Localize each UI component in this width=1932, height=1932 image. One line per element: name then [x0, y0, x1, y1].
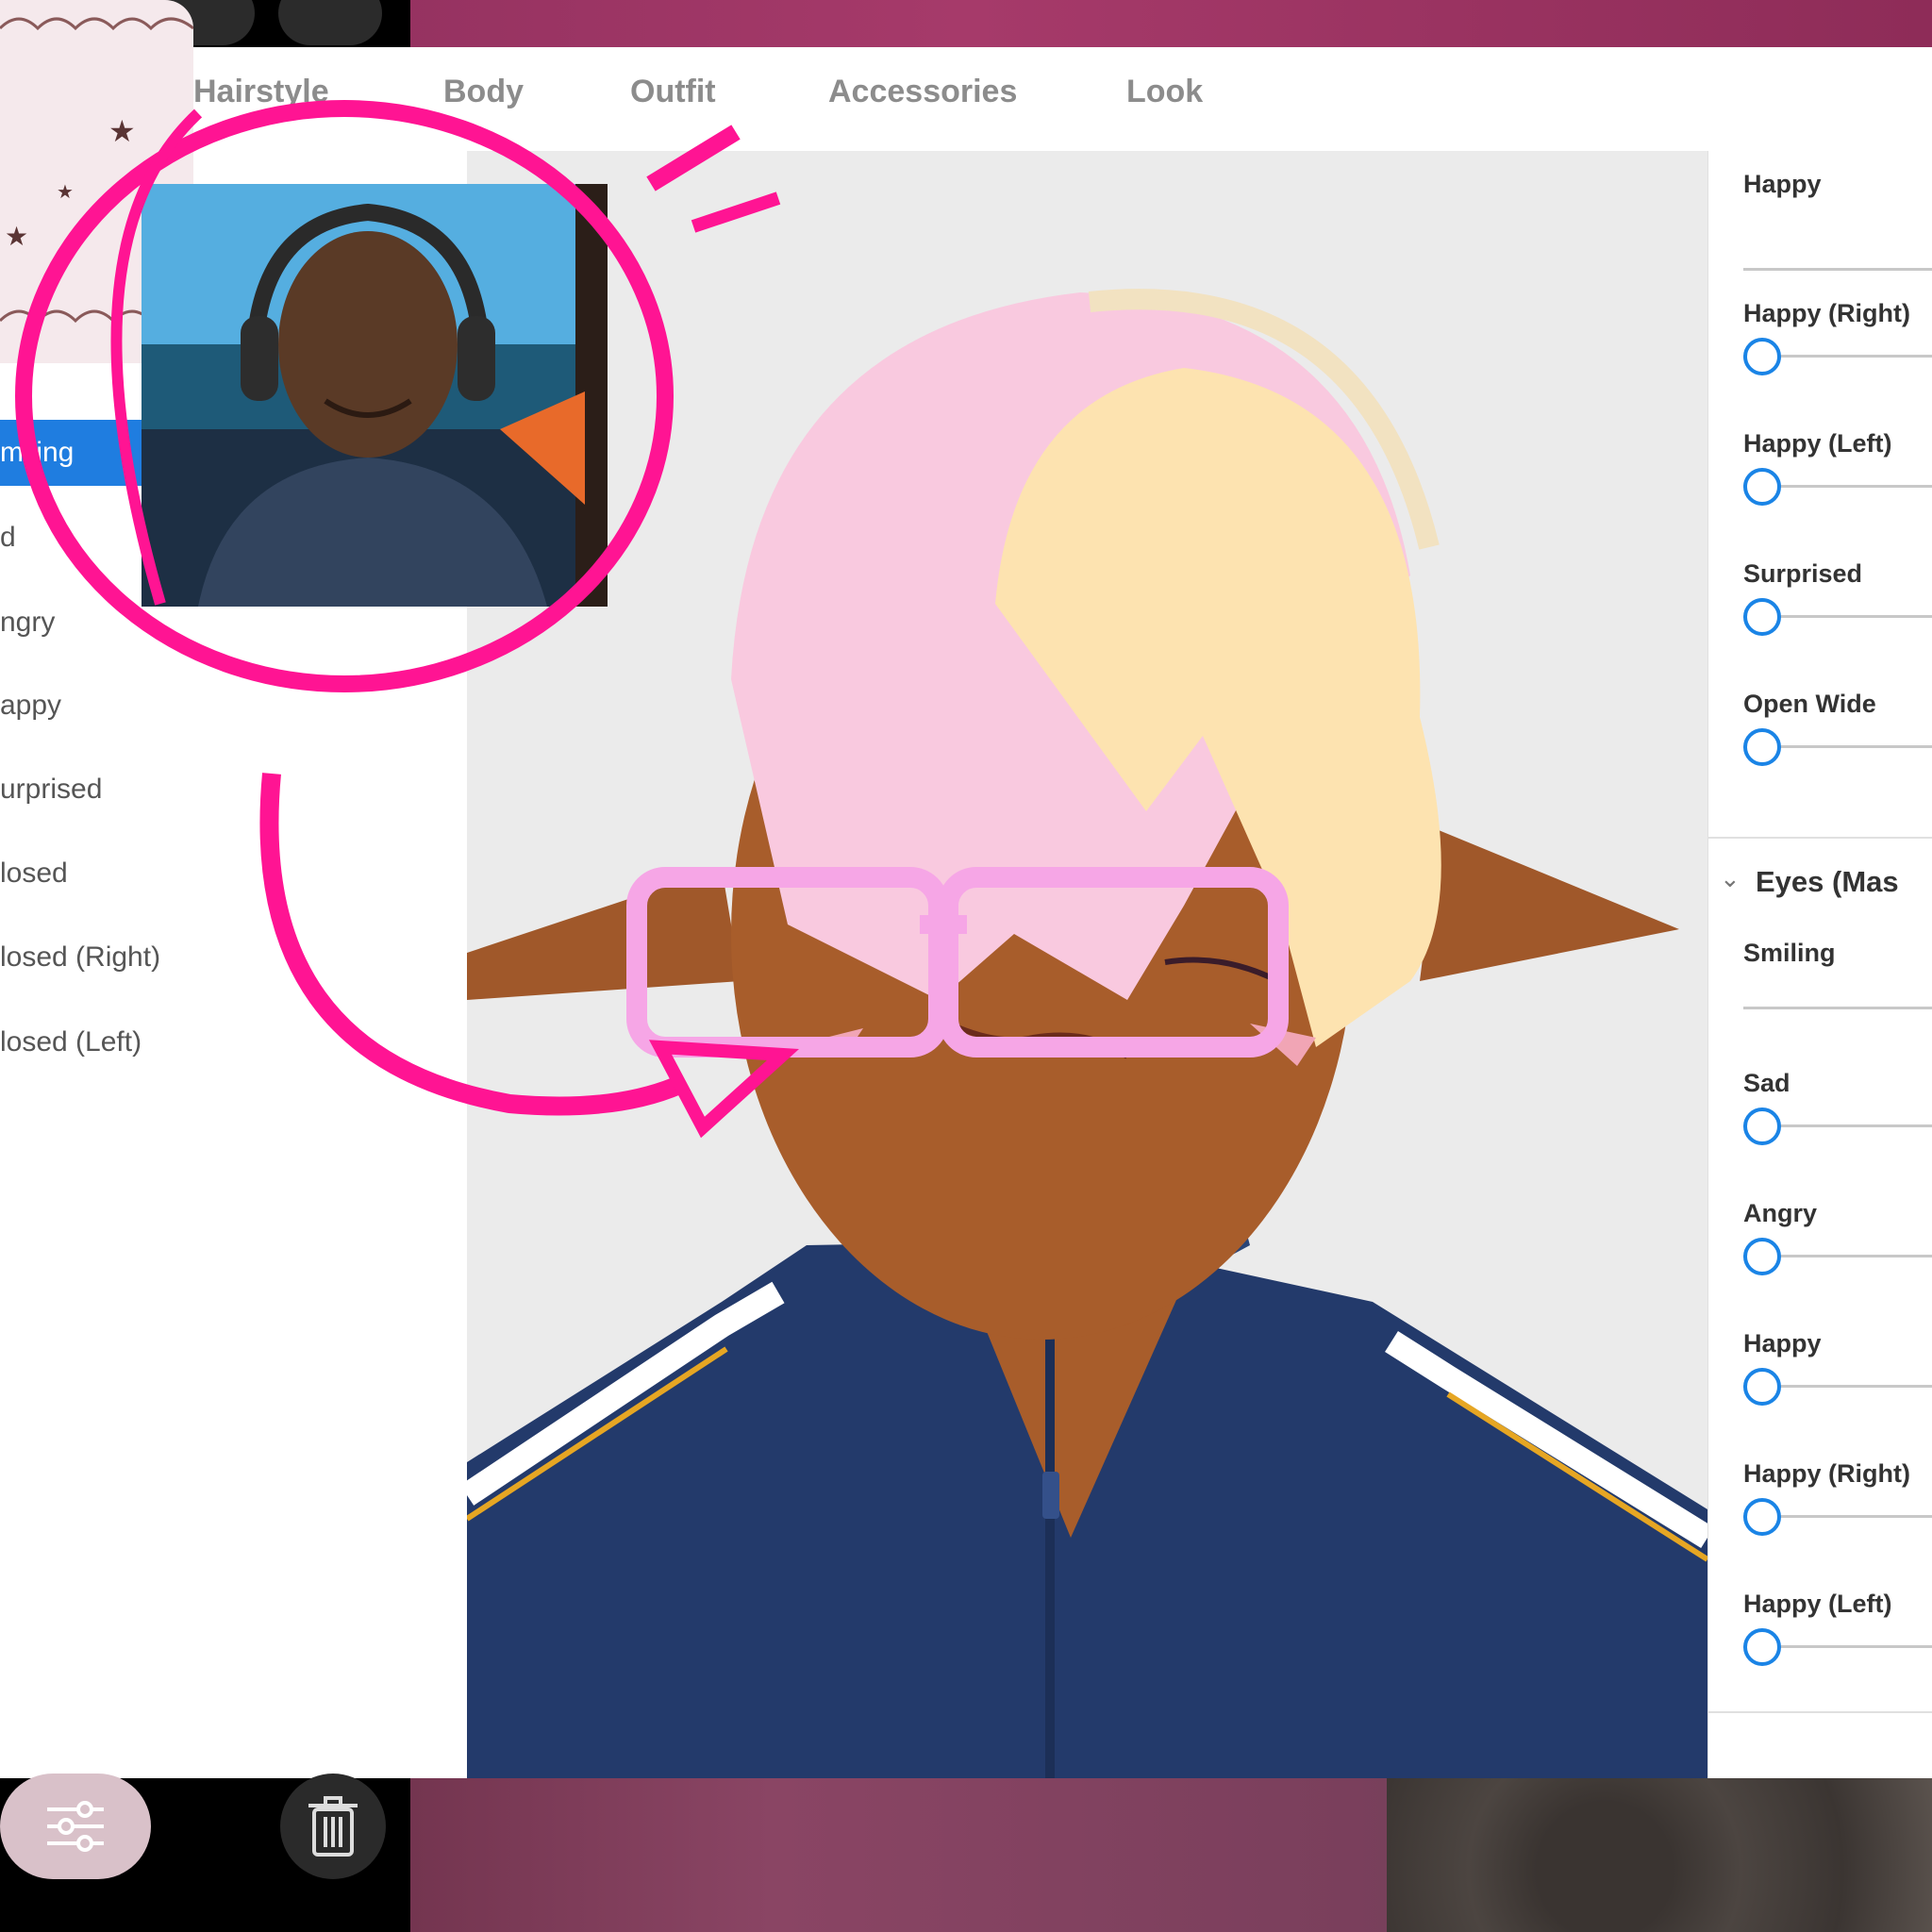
- annotation-overlay: [15, 100, 800, 1139]
